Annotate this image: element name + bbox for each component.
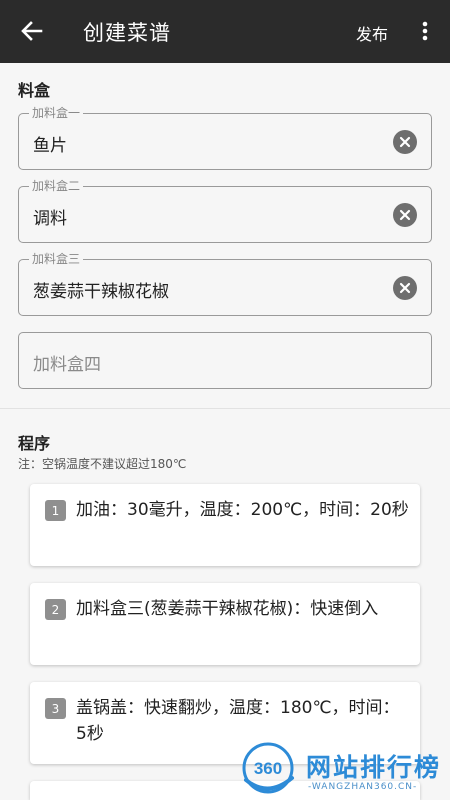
program-note: 注：空锅温度不建议超过180℃ xyxy=(18,457,187,471)
more-vert-icon xyxy=(422,21,428,41)
step-number-badge: 1 xyxy=(45,500,66,521)
step-text: 加料盒三(葱姜蒜干辣椒花椒)：快速倒入 xyxy=(76,599,379,619)
ingredient-box-2-value: 调料 xyxy=(33,209,67,229)
ingredient-box-3-value: 葱姜蒜干辣椒花椒 xyxy=(33,282,169,302)
step-text: 加油：30毫升，温度：200℃，时间：20秒 xyxy=(76,500,409,520)
more-options-button[interactable] xyxy=(413,16,437,46)
back-button[interactable] xyxy=(14,14,50,48)
step-number-badge: 3 xyxy=(45,698,66,719)
program-step-card[interactable]: 1 加油：30毫升，温度：200℃，时间：20秒 xyxy=(30,484,420,566)
close-icon xyxy=(399,282,411,294)
watermark-logo-text: 360 xyxy=(254,759,282,778)
ingredient-box-1-value: 鱼片 xyxy=(33,136,67,156)
page-title: 创建菜谱 xyxy=(83,21,171,45)
close-icon xyxy=(399,136,411,148)
app-bar: 创建菜谱 发布 xyxy=(0,0,450,63)
ingredient-box-1-label: 加料盒一 xyxy=(29,105,84,121)
ingredient-box-1-field[interactable]: 加料盒一 鱼片 xyxy=(18,105,432,170)
clear-box-2-button[interactable] xyxy=(393,203,417,227)
watermark-name: 网站排行榜 xyxy=(306,753,442,782)
clear-box-3-button[interactable] xyxy=(393,276,417,300)
watermark-url: -WANGZHAN360.CN- xyxy=(308,782,418,792)
program-step-card[interactable]: 2 加料盒三(葱姜蒜干辣椒花椒)：快速倒入 xyxy=(30,583,420,665)
close-icon xyxy=(399,209,411,221)
ingredient-box-3-field[interactable]: 加料盒三 葱姜蒜干辣椒花椒 xyxy=(18,251,432,316)
ingredient-box-3-label: 加料盒三 xyxy=(29,251,84,267)
ingredient-box-2-field[interactable]: 加料盒二 调料 xyxy=(18,178,432,243)
watermark-logo: 360 xyxy=(242,742,294,794)
ingredient-box-4-placeholder: 加料盒四 xyxy=(33,355,101,375)
program-section-title: 程序 xyxy=(18,434,51,453)
step-number-badge: 2 xyxy=(45,599,66,620)
arrow-left-icon xyxy=(21,21,43,41)
publish-button[interactable]: 发布 xyxy=(356,21,388,45)
watermark: 360 网站排行榜 -WANGZHAN360.CN- xyxy=(236,738,450,800)
clear-box-1-button[interactable] xyxy=(393,130,417,154)
ingredient-box-2-label: 加料盒二 xyxy=(29,178,84,194)
ingredient-box-4-field[interactable]: 加料盒四 xyxy=(18,332,432,389)
section-divider xyxy=(0,408,450,409)
ingredients-section-title: 料盒 xyxy=(18,81,51,100)
